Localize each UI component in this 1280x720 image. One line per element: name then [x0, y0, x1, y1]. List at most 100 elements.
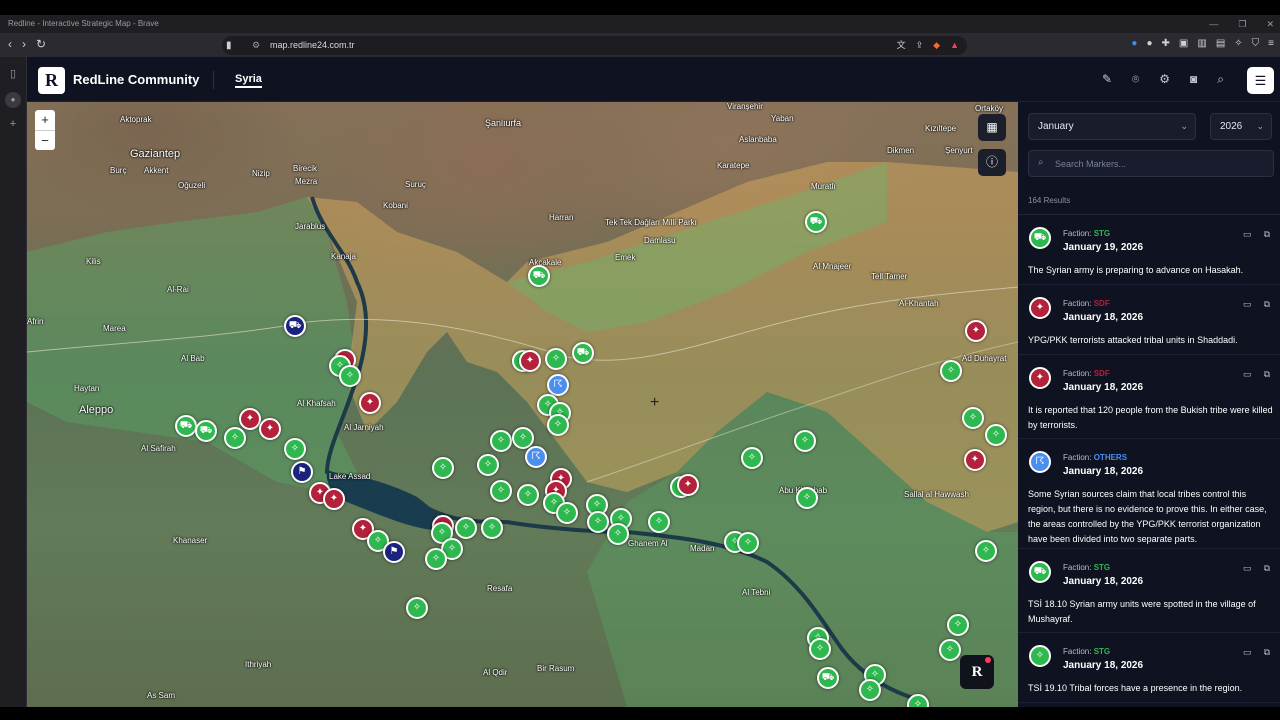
brave-rewards-icon[interactable]: ▲ [950, 36, 959, 55]
marker-attack[interactable]: ✦ [677, 474, 699, 496]
marker-truck[interactable]: ⛟ [805, 211, 827, 233]
floating-logo-button[interactable]: R [960, 655, 994, 689]
marker-attack[interactable]: ✦ [239, 408, 261, 430]
marker-list-item[interactable]: ✦ Faction: SDF January 18, 2026 ▭ ⧉ YPG/P… [1018, 285, 1280, 355]
brave-shield-icon[interactable]: ◆ [933, 36, 940, 55]
marker-list-item[interactable]: ⛟ Faction: STG January 18, 2026 ▭ ⧉ TSİ 1… [1018, 549, 1280, 633]
external-link-icon[interactable]: ⧉ [1264, 647, 1270, 658]
marker-rifle[interactable]: ✧ [587, 511, 609, 533]
browser-menu-icon[interactable]: ≡ [1268, 38, 1274, 49]
map-canvas[interactable]: + − ▦ ⓘ + Gaziantep Şanlıurfa Aleppo Akt… [27, 102, 1018, 707]
media-icon[interactable]: ▣ [1179, 38, 1188, 49]
maximize-icon[interactable]: ❐ [1238, 15, 1246, 33]
brand-title[interactable]: RedLine Community [73, 72, 199, 87]
marker-rifle[interactable]: ✧ [741, 447, 763, 469]
marker-rifle[interactable]: ✧ [490, 430, 512, 452]
sidebar-add-icon[interactable]: + [0, 118, 26, 130]
marker-rifle[interactable]: ✧ [794, 430, 816, 452]
external-link-icon[interactable]: ⧉ [1264, 229, 1270, 240]
marker-list-item[interactable]: ⛟ Faction: STG January 19, 2026 ▭ ⧉ The S… [1018, 215, 1280, 285]
marker-rifle[interactable]: ✧ [512, 427, 534, 449]
translate-icon[interactable]: 文 [897, 36, 906, 55]
marker-list-item[interactable]: ☈ Faction: OTHERS January 18, 2026 Some … [1018, 439, 1280, 549]
marker-attack[interactable]: ✦ [964, 449, 986, 471]
puzzle-icon[interactable]: ✚ [1162, 38, 1170, 49]
external-link-icon[interactable]: ⧉ [1264, 299, 1270, 310]
address-bar[interactable]: ▮ ⚙ map.redline24.com.tr 文 ⇪ ◆ ▲ [222, 36, 967, 55]
zoom-out-button[interactable]: − [35, 130, 55, 150]
marker-search-input[interactable] [1055, 154, 1265, 173]
marker-rifle[interactable]: ✧ [939, 639, 961, 661]
extension-icon[interactable]: ● [1146, 38, 1152, 49]
settings-icon[interactable]: ⚙ [1159, 72, 1170, 87]
marker-rifle[interactable]: ✧ [455, 517, 477, 539]
marker-rifle[interactable]: ✧ [859, 679, 881, 701]
marker-truck[interactable]: ⛟ [175, 415, 197, 437]
external-link-icon[interactable]: ⧉ [1264, 563, 1270, 574]
marker-rifle[interactable]: ✧ [406, 597, 428, 619]
marker-rifle[interactable]: ✧ [547, 414, 569, 436]
bookmark-icon[interactable]: ▮ [226, 36, 232, 55]
marker-attack[interactable]: ✦ [965, 320, 987, 342]
app-logo[interactable]: R [38, 67, 65, 94]
marker-rifle[interactable]: ✧ [975, 540, 997, 562]
marker-announcement[interactable]: ☈ [547, 374, 569, 396]
marker-event[interactable]: ⚑ [383, 541, 405, 563]
marker-truck[interactable]: ⛟ [284, 315, 306, 337]
year-select[interactable]: 2026 ⌄ [1210, 113, 1272, 140]
marker-truck[interactable]: ⛟ [572, 342, 594, 364]
marker-rifle[interactable]: ✧ [947, 614, 969, 636]
info-button[interactable]: ⓘ [978, 149, 1006, 176]
reload-icon[interactable]: ↻ [36, 37, 46, 51]
marker-list-item[interactable]: ✧ Faction: STG January 18, 2026 ▭ ⧉ TSİ 1… [1018, 633, 1280, 703]
tab-syria[interactable]: Syria [235, 73, 262, 88]
close-icon[interactable]: ✕ [1266, 15, 1274, 33]
marker-rifle[interactable]: ✧ [648, 511, 670, 533]
leo-icon[interactable]: ✧ [1234, 38, 1242, 49]
marker-rifle[interactable]: ✧ [425, 548, 447, 570]
marker-rifle[interactable]: ✧ [490, 480, 512, 502]
marker-rifle[interactable]: ✧ [809, 638, 831, 660]
month-select[interactable]: January ⌄ [1028, 113, 1196, 140]
layers-button[interactable]: ▦ [978, 114, 1006, 141]
marker-truck[interactable]: ⛟ [528, 265, 550, 287]
wallet-icon[interactable]: ▤ [1216, 38, 1225, 49]
back-icon[interactable]: ‹ [8, 37, 12, 51]
share-icon[interactable]: ⇪ [916, 36, 924, 55]
site-info-icon[interactable]: ⚙ [252, 36, 260, 55]
marker-announcement[interactable]: ☈ [525, 446, 547, 468]
marker-attack[interactable]: ✦ [359, 392, 381, 414]
minimize-icon[interactable]: — [1209, 15, 1218, 33]
video-icon[interactable]: ▭ [1243, 299, 1252, 310]
marker-rifle[interactable]: ✧ [517, 484, 539, 506]
marker-rifle[interactable]: ✧ [545, 348, 567, 370]
marker-rifle[interactable]: ✧ [796, 487, 818, 509]
marker-rifle[interactable]: ✧ [556, 502, 578, 524]
marker-rifle[interactable]: ✧ [432, 457, 454, 479]
external-link-icon[interactable]: ⧉ [1264, 369, 1270, 380]
marker-event[interactable]: ⚑ [291, 461, 313, 483]
marker-rifle[interactable]: ✧ [284, 438, 306, 460]
marker-attack[interactable]: ✦ [323, 488, 345, 510]
marker-rifle[interactable]: ✧ [339, 365, 361, 387]
marker-attack[interactable]: ✦ [259, 418, 281, 440]
marker-rifle[interactable]: ✧ [607, 523, 629, 545]
shield-icon[interactable]: ⛉ [1252, 38, 1260, 49]
marker-attack[interactable]: ✦ [519, 350, 541, 372]
marker-rifle[interactable]: ✧ [962, 407, 984, 429]
draw-icon[interactable]: ✎ [1102, 72, 1112, 87]
video-icon[interactable]: ▭ [1243, 563, 1252, 574]
video-icon[interactable]: ▭ [1243, 369, 1252, 380]
marker-truck[interactable]: ⛟ [195, 420, 217, 442]
marker-rifle[interactable]: ✧ [224, 427, 246, 449]
video-icon[interactable]: ▭ [1243, 229, 1252, 240]
search-icon[interactable]: ⌕ [1217, 72, 1224, 87]
pin-icon[interactable]: ⌾ [1132, 72, 1139, 87]
zoom-in-button[interactable]: + [35, 110, 55, 130]
marker-truck[interactable]: ⛟ [817, 667, 839, 689]
sidebar-tab-icon[interactable]: ● [5, 92, 21, 108]
sidebar-toggle-icon[interactable]: ▥ [1197, 38, 1206, 49]
marker-rifle[interactable]: ✧ [481, 517, 503, 539]
video-icon[interactable]: ▭ [1243, 647, 1252, 658]
marker-rifle[interactable]: ✧ [985, 424, 1007, 446]
